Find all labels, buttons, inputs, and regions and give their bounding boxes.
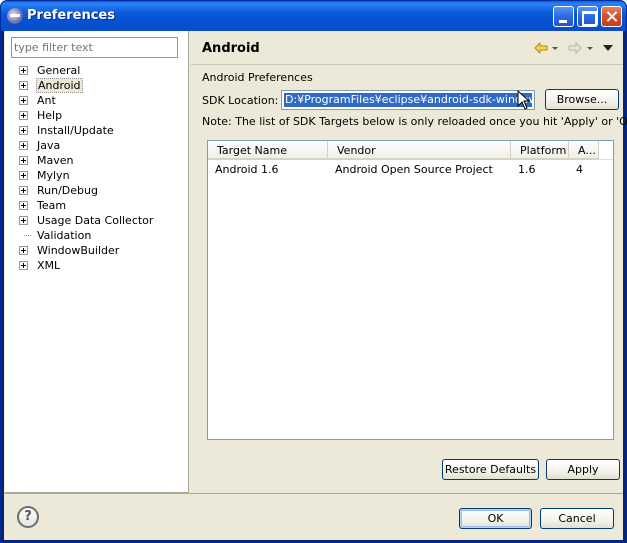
tree-item-label: Mylyn [37,169,70,182]
tree-item-label: Maven [37,154,74,167]
back-arrow-icon[interactable] [534,42,548,54]
table-header: Target Name Vendor Platform A... [208,141,613,160]
expand-icon[interactable] [19,111,28,120]
tree-item-label: Team [37,199,67,212]
tree-item-usage-data-collector[interactable]: Usage Data Collector [17,213,187,228]
tree-item-label: WindowBuilder [37,244,120,257]
table-row[interactable]: Android 1.6 Android Open Source Project … [208,162,613,178]
browse-button[interactable]: Browse... [545,89,619,110]
expand-icon[interactable] [19,171,28,180]
tree-item-java[interactable]: Java [17,138,187,153]
tree-item-label: Ant [37,94,56,107]
help-icon[interactable]: ? [17,506,39,528]
preference-tree-pane: GeneralAndroidAnt Help Install/Update Java M… [5,31,189,493]
page-title: Android [202,41,260,56]
mouse-cursor-icon [517,90,531,110]
forward-dropdown-icon[interactable] [587,47,593,50]
tree-item-ant[interactable]: Ant [17,93,187,108]
tree-item-label: Run/Debug [37,184,98,197]
cell-api: 4 [576,163,583,176]
tree-item-maven[interactable]: Maven [17,153,187,168]
tree-item-label: General [37,64,81,77]
dialog-client: GeneralAndroidAntHelpInstall/UpdateJavaM… [4,31,627,540]
cell-vendor: Android Open Source Project [335,163,493,176]
filter-input[interactable] [11,37,178,58]
section-label: Android Preferences [202,71,313,84]
close-icon[interactable] [601,6,622,27]
expand-icon[interactable] [19,261,28,270]
eclipse-icon [7,8,23,24]
expand-icon[interactable] [19,216,28,225]
preferences-window: Preferences GeneralAndroidAntHelpInstall… [0,0,627,543]
expand-icon[interactable] [19,66,28,75]
view-menu-icon[interactable] [603,45,613,51]
cancel-button[interactable]: Cancel [540,508,614,529]
expand-icon[interactable] [19,81,28,90]
sdk-location-label: SDK Location: [202,94,279,107]
tree-item-label: Validation [37,229,92,242]
expand-icon[interactable] [19,201,28,210]
forward-arrow-icon[interactable] [568,42,582,54]
tree-item-label: Install/Update [37,124,114,137]
tree-item-label: Help [37,109,63,122]
tree-line-icon [24,235,31,236]
note-text: Note: The list of SDK Targets below is o… [202,115,627,128]
tree-item-general[interactable]: General [17,63,187,78]
tree-item-label: Java [37,139,61,152]
tree-item-team[interactable]: Team [17,198,187,213]
tree-item-label: Android [36,78,83,93]
tree-item-label: Usage Data Collector [37,214,154,227]
sdk-location-field[interactable]: D:¥ProgramFiles¥eclipse¥android-sdk-wind… [281,90,535,110]
page-content: Android Preferences SDK Location: D:¥Pro… [191,66,627,493]
tree-item-help[interactable]: Help [17,108,187,123]
tree-item-xml[interactable]: XML [17,258,187,273]
cell-platform: 1.6 [518,163,536,176]
tree-item-windowbuilder[interactable]: WindowBuilder [17,243,187,258]
title-bar[interactable]: Preferences [1,1,626,31]
tree-item-install-update[interactable]: Install/Update [17,123,187,138]
page-header: Android [191,31,623,65]
column-header-platform[interactable]: Platform [511,141,569,160]
back-dropdown-icon[interactable] [552,47,558,50]
sdk-location-value: D:¥ProgramFiles¥eclipse¥android-sdk-wind… [284,93,532,107]
apply-button[interactable]: Apply [546,459,620,480]
footer-separator [4,493,623,494]
preference-tree: General Android Ant Help Install/Update Java M… [17,63,187,273]
cell-target-name: Android 1.6 [215,163,279,176]
tree-item-mylyn[interactable]: Mylyn [17,168,187,183]
expand-icon[interactable] [19,246,28,255]
restore-defaults-button[interactable]: Restore Defaults [442,459,539,480]
expand-icon[interactable] [19,126,28,135]
window-title: Preferences [27,8,115,23]
maximize-icon[interactable] [577,6,598,27]
minimize-icon[interactable] [553,6,574,27]
column-header-api[interactable]: A... [569,141,599,160]
expand-icon[interactable] [19,156,28,165]
tree-item-run-debug[interactable]: Run/Debug [17,183,187,198]
tree-item-label: XML [37,259,61,272]
column-header-target-name[interactable]: Target Name [208,141,328,160]
preference-page: Android Android Preferences SDK Location… [191,31,627,493]
expand-icon[interactable] [19,186,28,195]
expand-icon[interactable] [19,141,28,150]
tree-item-validation[interactable]: Validation [17,228,187,243]
tree-item-android[interactable]: Android [17,78,187,93]
expand-icon[interactable] [19,96,28,105]
sdk-targets-table[interactable]: Target Name Vendor Platform A... Android… [207,140,614,440]
ok-button[interactable]: OK [459,508,532,529]
column-header-vendor[interactable]: Vendor [328,141,511,160]
